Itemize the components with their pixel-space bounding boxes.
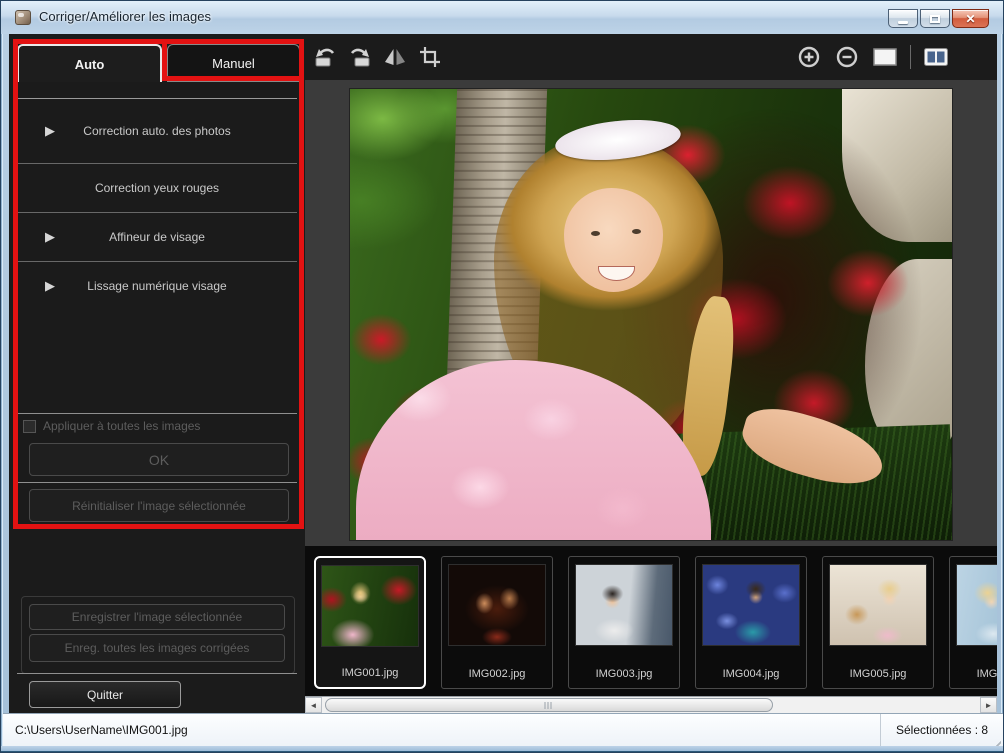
flip-horizontal-icon <box>383 45 407 69</box>
titlebar: Corriger/Améliorer les images ✕ <box>1 1 1004 34</box>
thumbnail-image <box>956 564 997 646</box>
maximize-button[interactable] <box>920 9 950 28</box>
preview-photo <box>349 88 953 541</box>
thumbnail-filename: IMG001.jpg <box>316 667 424 679</box>
toolbar-divider <box>910 45 911 69</box>
thumbnail-filename: IMG003.jpg <box>569 668 679 680</box>
play-arrow-icon: ▶ <box>45 278 55 294</box>
minimize-button[interactable] <box>888 9 918 28</box>
statusbar: C:\Users\UserName\IMG001.jpg Sélectionné… <box>3 713 1003 746</box>
scroll-left-arrow[interactable]: ◄ <box>305 697 322 713</box>
close-button[interactable]: ✕ <box>952 9 989 28</box>
preview-pane: IMG001.jpg IMG002.jpg IMG003.jpg IMG004.… <box>305 34 997 713</box>
crop-button[interactable] <box>417 45 443 69</box>
apply-all-label: Appliquer à toutes les images <box>43 419 200 433</box>
zoom-out-icon <box>835 45 859 69</box>
fit-window-button[interactable] <box>872 45 898 69</box>
photo-girl-eye <box>591 231 600 236</box>
compare-view-icon <box>923 45 949 69</box>
thumbnail-filename: IMG006.jpg <box>950 668 997 680</box>
zoom-in-icon <box>797 45 821 69</box>
thumbnail-img006[interactable]: IMG006.jpg <box>949 556 997 689</box>
compare-view-button[interactable] <box>923 45 949 69</box>
thumbnail-filename: IMG005.jpg <box>823 668 933 680</box>
save-selected-image-button[interactable]: Enregistrer l'image sélectionnée <box>29 604 285 630</box>
apply-all-checkbox[interactable] <box>23 420 36 433</box>
image-toolbar <box>305 34 997 80</box>
flip-horizontal-button[interactable] <box>382 45 408 69</box>
preview-area <box>305 80 997 546</box>
close-icon: ✕ <box>965 13 975 25</box>
zoom-tools <box>796 34 949 80</box>
rotate-right-button[interactable] <box>347 45 373 69</box>
status-selected-count: Sélectionnées : 8 <box>880 714 1003 746</box>
thumbnail-image <box>575 564 673 646</box>
rotate-left-icon <box>312 45 338 69</box>
minimize-icon <box>898 21 908 24</box>
thumbnail-img001[interactable]: IMG001.jpg <box>314 556 426 689</box>
rotate-left-button[interactable] <box>312 45 338 69</box>
thumbnail-filename: IMG004.jpg <box>696 668 806 680</box>
window-bottom-frame <box>1 746 1004 753</box>
correction-item-label: Correction auto. des photos <box>83 124 230 138</box>
thumbnail-image <box>321 565 419 647</box>
tab-auto[interactable]: Auto <box>17 44 162 82</box>
zoom-out-button[interactable] <box>834 45 860 69</box>
reset-selected-image-button[interactable]: Réinitialiser l'image sélectionnée <box>29 489 289 522</box>
thumbnail-strip: IMG001.jpg IMG002.jpg IMG003.jpg IMG004.… <box>305 546 997 696</box>
play-arrow-icon: ▶ <box>45 229 55 245</box>
crop-icon <box>418 45 442 69</box>
separator <box>17 673 297 674</box>
separator <box>17 413 297 414</box>
correction-item-red-eye[interactable]: Correction yeux rouges <box>17 164 297 213</box>
thumbnail-image <box>448 564 546 646</box>
thumbnail-img002[interactable]: IMG002.jpg <box>441 556 553 689</box>
correction-item-face-sharpener[interactable]: ▶ Affineur de visage <box>17 213 297 262</box>
zoom-in-button[interactable] <box>796 45 822 69</box>
thumbnail-image <box>702 564 800 646</box>
thumbnail-img003[interactable]: IMG003.jpg <box>568 556 680 689</box>
app-window: Corriger/Améliorer les images ✕ Auto Man… <box>0 0 1004 753</box>
correction-item-auto-photo[interactable]: ▶ Correction auto. des photos <box>17 99 297 164</box>
correction-item-label: Affineur de visage <box>109 230 205 244</box>
ok-button[interactable]: OK <box>29 443 289 476</box>
photo-girl-eye <box>632 229 641 234</box>
scroll-right-arrow[interactable]: ► <box>980 697 997 713</box>
scrollbar-thumb[interactable] <box>325 698 773 712</box>
thumbnail-image <box>829 564 927 646</box>
window-title: Corriger/Améliorer les images <box>39 9 211 24</box>
thumbnail-scrollbar[interactable]: ◄ ► <box>305 696 997 713</box>
app-icon <box>15 10 31 25</box>
window-controls: ✕ <box>886 9 989 28</box>
apply-all-row: Appliquer à toutes les images <box>23 419 200 433</box>
thumbnail-img005[interactable]: IMG005.jpg <box>822 556 934 689</box>
play-arrow-icon: ▶ <box>45 123 55 139</box>
status-file-path: C:\Users\UserName\IMG001.jpg <box>3 723 880 737</box>
quit-button[interactable]: Quitter <box>29 681 181 708</box>
correction-item-digital-smoothing[interactable]: ▶ Lissage numérique visage <box>17 262 297 310</box>
save-all-corrected-images-button[interactable]: Enreg. toutes les images corrigées <box>29 634 285 662</box>
tab-manuel[interactable]: Manuel <box>167 44 300 82</box>
thumbnail-img004[interactable]: IMG004.jpg <box>695 556 807 689</box>
correction-item-label: Correction yeux rouges <box>95 181 219 195</box>
thumbnail-filename: IMG002.jpg <box>442 668 552 680</box>
rotate-right-icon <box>347 45 373 69</box>
separator <box>17 482 297 483</box>
edit-tools <box>312 45 443 69</box>
maximize-icon <box>930 15 940 23</box>
fit-window-icon <box>872 45 898 69</box>
correction-item-label: Lissage numérique visage <box>87 279 226 293</box>
correction-list: ▶ Correction auto. des photos Correction… <box>17 98 297 310</box>
correction-sidebar: Auto Manuel ▶ Correction auto. des photo… <box>9 34 305 713</box>
